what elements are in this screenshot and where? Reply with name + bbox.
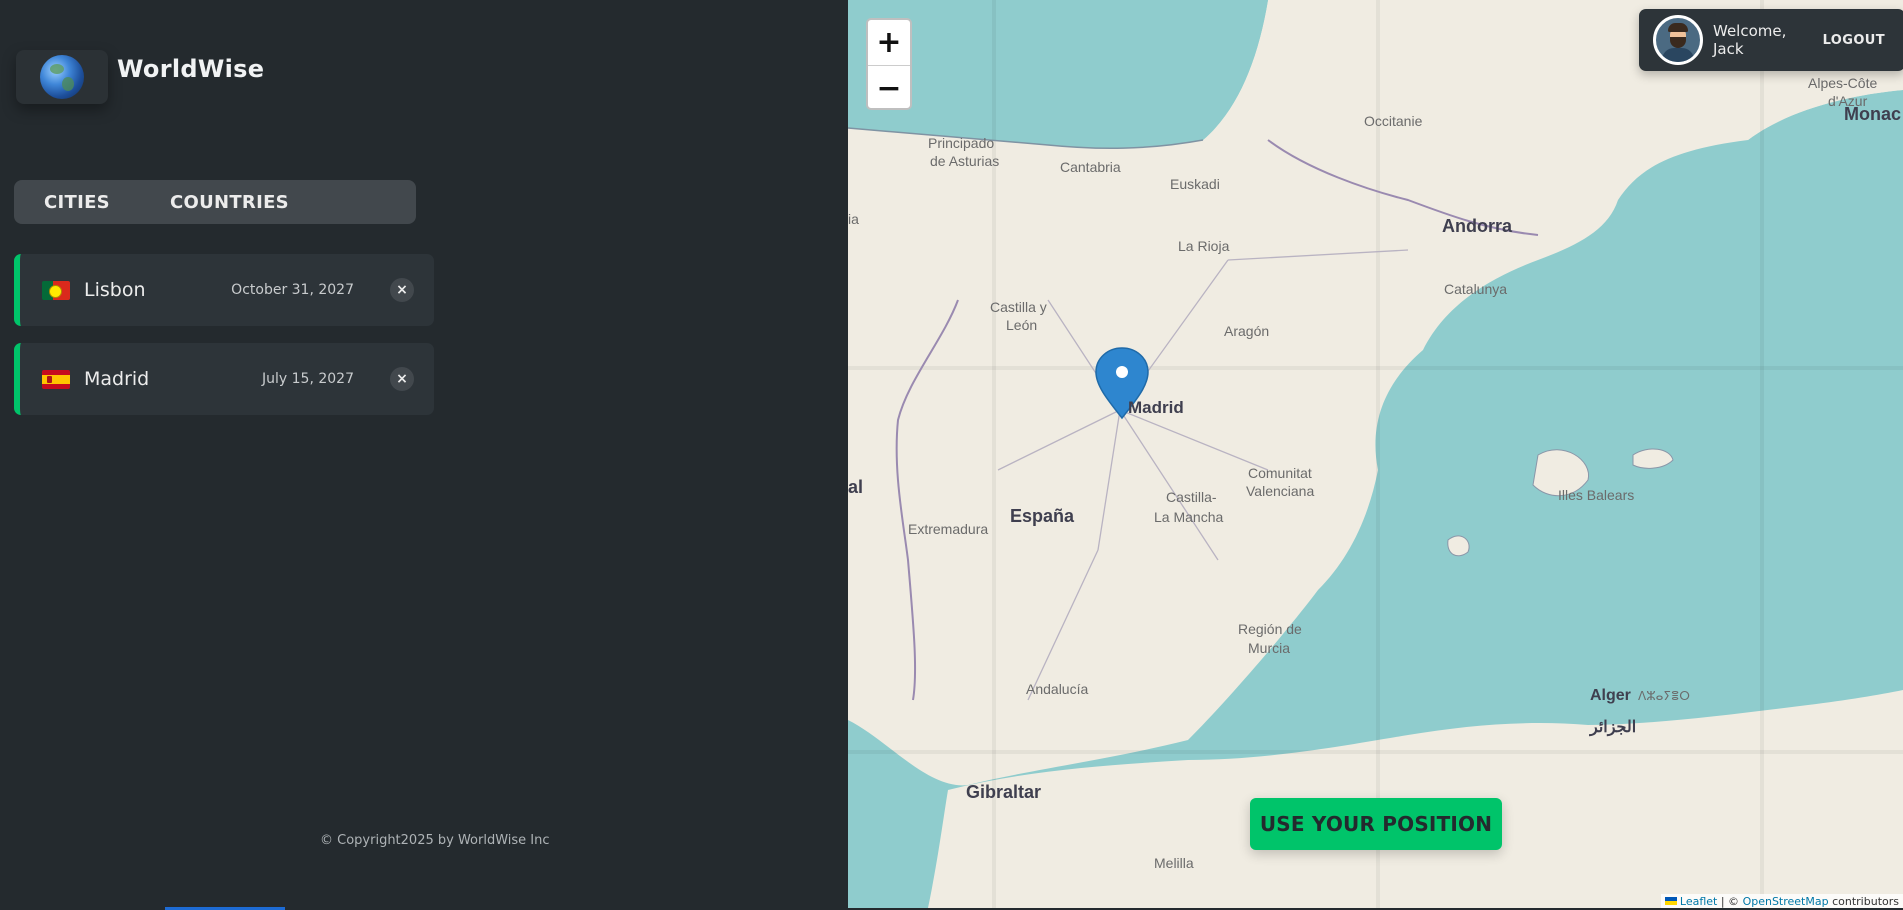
label-rioja: La Rioja <box>1178 238 1230 254</box>
zoom-control: + − <box>866 18 912 110</box>
city-date: July 15, 2027 <box>262 371 354 387</box>
map-attribution: Leaflet | © OpenStreetMap contributors <box>1660 894 1903 908</box>
label-aragon: Aragón <box>1224 323 1269 339</box>
label-murcia: Murcia <box>1248 640 1290 656</box>
label-castilla-mancha: La Mancha <box>1154 509 1223 525</box>
zoom-in-button[interactable]: + <box>868 20 910 65</box>
use-position-button[interactable]: USE YOUR POSITION <box>1250 798 1502 850</box>
tab-countries[interactable]: COUNTRIES <box>156 184 303 221</box>
label-occitanie: Occitanie <box>1364 113 1423 129</box>
city-name: Lisbon <box>84 279 146 301</box>
tab-nav: CITIES COUNTRIES <box>14 180 416 224</box>
map-canvas: Principado de Asturias Cantabria Euskadi… <box>848 0 1903 908</box>
label-alger: Alger <box>1590 687 1631 704</box>
app-logo[interactable] <box>16 50 108 104</box>
attribution-suffix: contributors <box>1832 894 1899 908</box>
attribution-separator: | © <box>1720 894 1740 908</box>
ukraine-flag-icon <box>1664 897 1677 905</box>
label-illes: Illes Balears <box>1558 487 1634 503</box>
label-comunitat: Comunitat <box>1248 465 1312 481</box>
label-euskadi: Euskadi <box>1170 176 1220 192</box>
spain-flag-icon <box>42 369 70 389</box>
delete-city-button[interactable]: × <box>390 367 414 391</box>
welcome-text: Welcome, Jack <box>1713 22 1787 58</box>
app-title: WorldWise <box>117 55 265 83</box>
globe-icon <box>40 55 84 99</box>
delete-city-button[interactable]: × <box>390 278 414 302</box>
label-asturias: de Asturias <box>930 153 999 169</box>
city-item-madrid[interactable]: Madrid July 15, 2027 × <box>14 343 434 415</box>
label-castilla-mancha: Castilla- <box>1166 489 1217 505</box>
leaflet-link[interactable]: Leaflet <box>1680 895 1717 908</box>
city-date: October 31, 2027 <box>231 282 354 298</box>
city-name: Madrid <box>84 368 150 390</box>
label-espana: España <box>1010 506 1075 526</box>
city-item-lisbon[interactable]: Lisbon October 31, 2027 × <box>14 254 434 326</box>
label-cantabria: Cantabria <box>1060 159 1121 175</box>
label-comunitat: Valenciana <box>1246 483 1314 499</box>
island-ibiza <box>1447 535 1470 557</box>
user-panel: Welcome, Jack LOGOUT <box>1639 9 1903 71</box>
label-monaco: Monac <box>1844 104 1901 124</box>
label-andorra: Andorra <box>1442 216 1513 236</box>
label-castilla-leon: Castilla y <box>990 299 1047 315</box>
map[interactable]: Principado de Asturias Cantabria Euskadi… <box>848 0 1903 908</box>
sidebar: WorldWise CITIES COUNTRIES Lisbon Octobe… <box>0 0 848 910</box>
label-melilla: Melilla <box>1154 855 1194 871</box>
label-edge-ia: ia <box>848 211 859 227</box>
label-extremadura: Extremadura <box>908 521 988 537</box>
label-gibraltar: Gibraltar <box>966 782 1041 802</box>
label-edge-al: al <box>848 477 863 497</box>
label-alger-tifinagh: ⴷⵣⴰⵢⴻⵔ <box>1638 689 1690 703</box>
portugal-flag-icon <box>42 280 70 300</box>
avatar <box>1653 15 1703 65</box>
label-alger-arabic: الجزائر <box>1589 719 1636 737</box>
label-catalunya: Catalunya <box>1444 281 1507 297</box>
border-portugal <box>895 299 959 701</box>
label-andalucia: Andalucía <box>1026 681 1088 697</box>
osm-link[interactable]: OpenStreetMap <box>1743 895 1829 908</box>
logout-button[interactable]: LOGOUT <box>1817 29 1891 52</box>
label-murcia: Región de <box>1238 621 1302 637</box>
tab-cities[interactable]: CITIES <box>30 184 124 221</box>
label-castilla-leon: León <box>1006 317 1037 333</box>
label-asturias: Principado <box>928 135 994 151</box>
label-madrid: Madrid <box>1128 398 1184 417</box>
copyright: © Copyright2025 by WorldWise Inc <box>320 833 550 848</box>
label-alpes: Alpes-Côte <box>1808 75 1877 91</box>
zoom-out-button[interactable]: − <box>868 65 910 108</box>
